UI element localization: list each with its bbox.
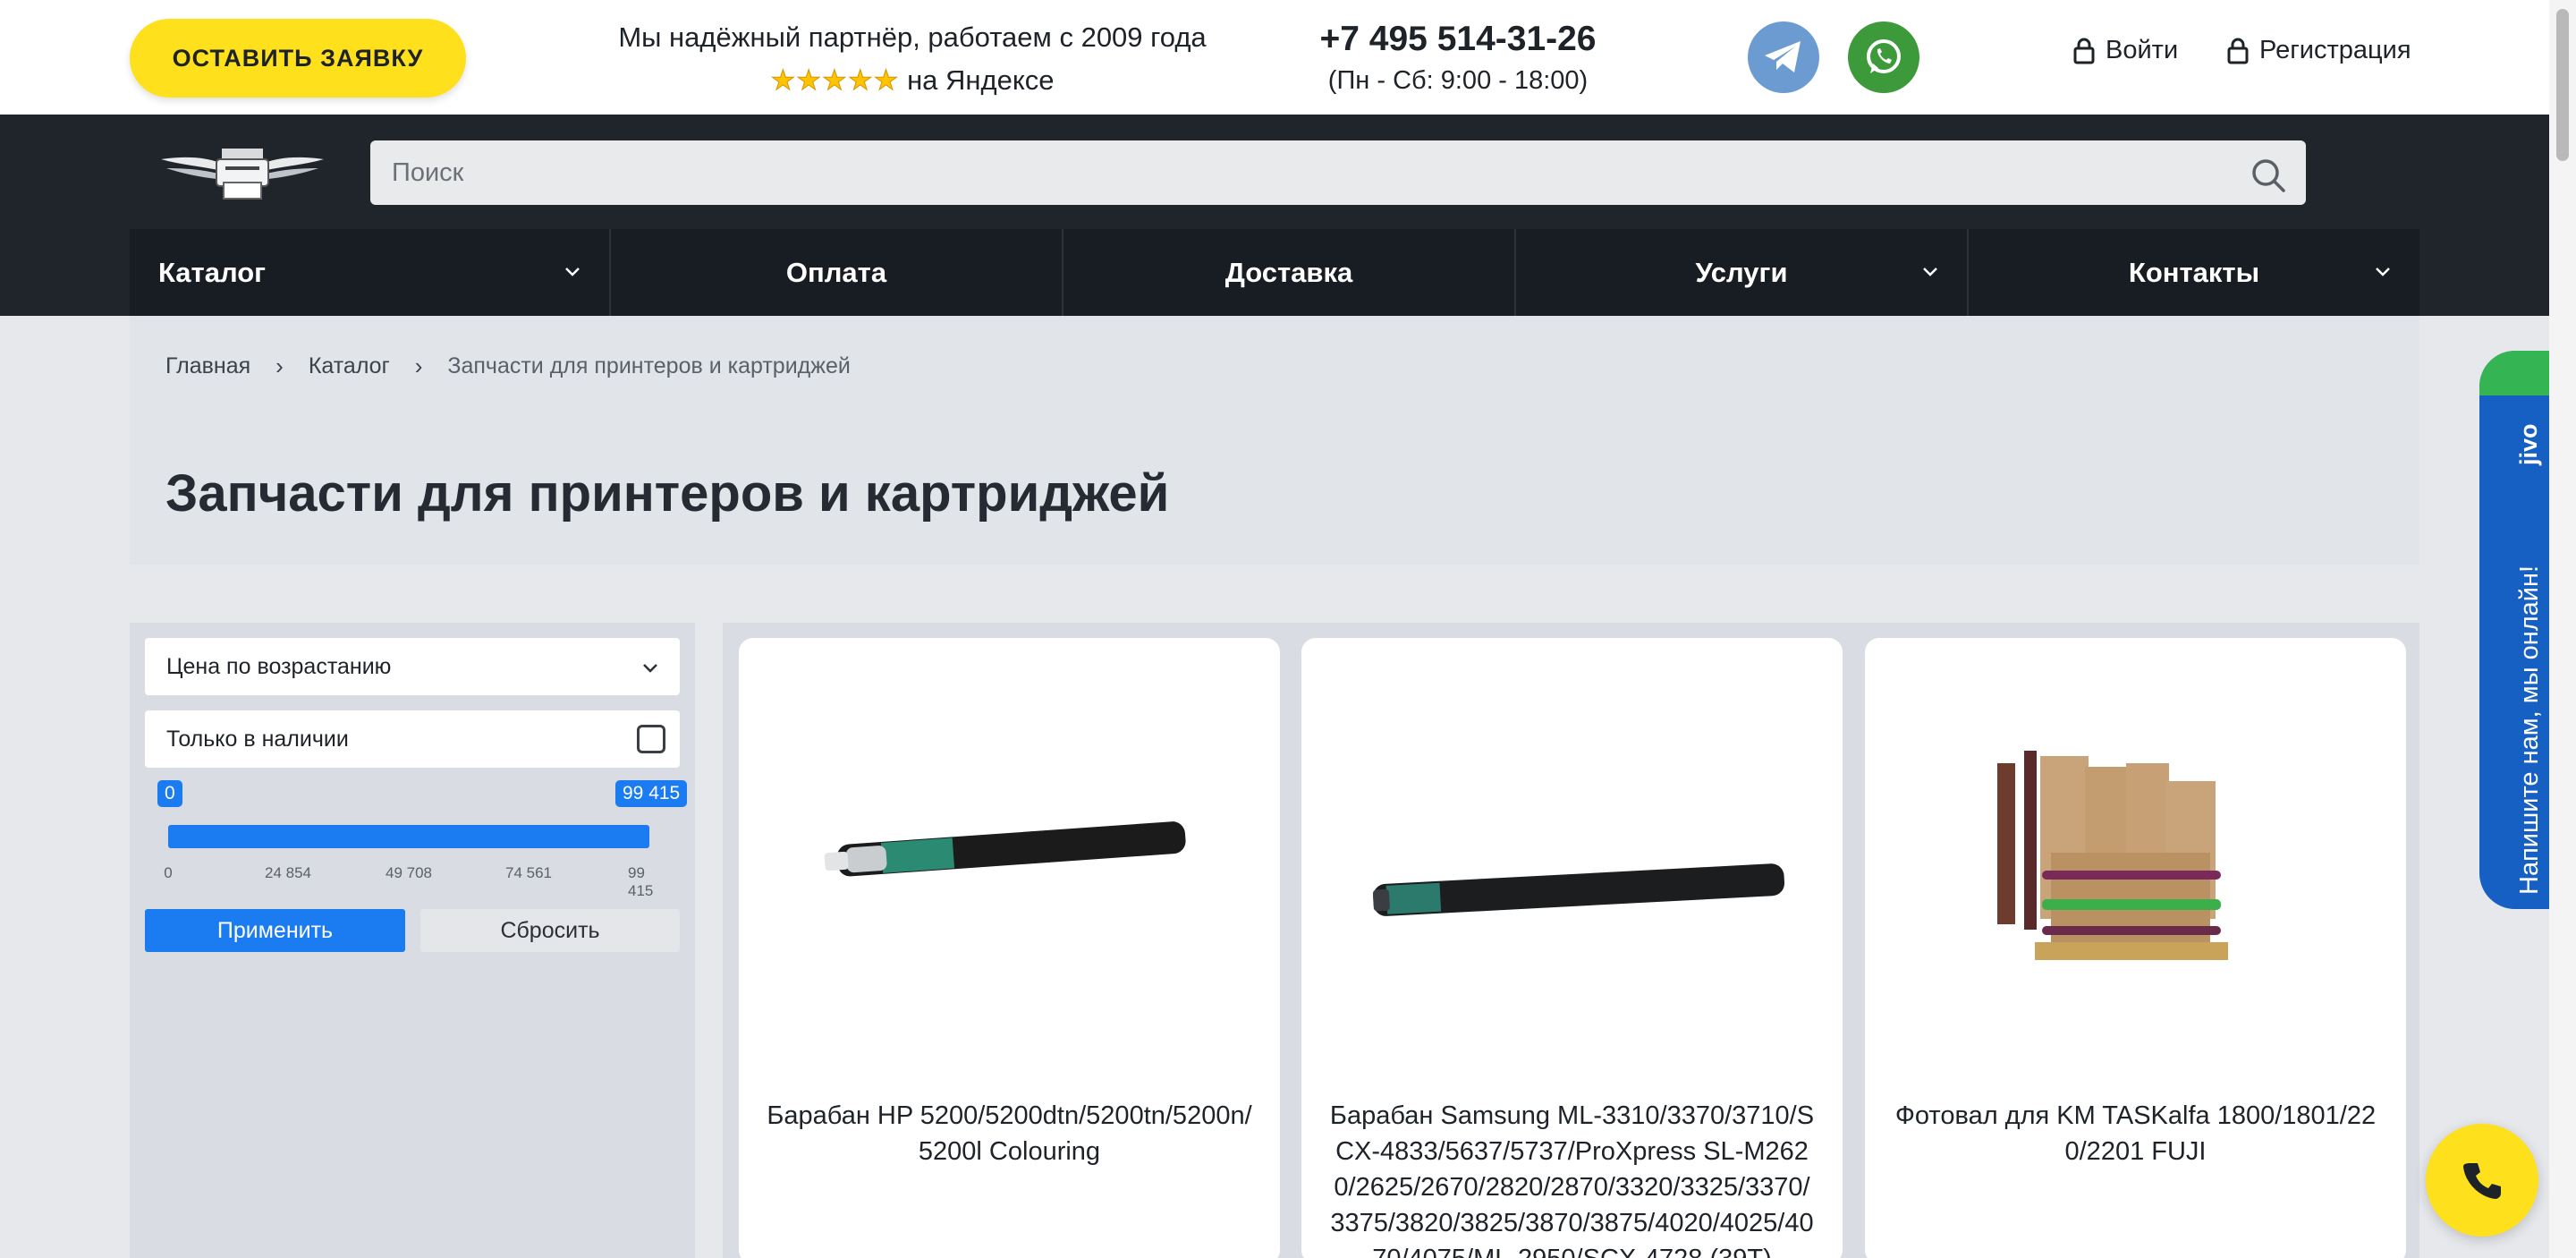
search-input[interactable] [370,140,2306,205]
nav-payment[interactable]: Оплата [611,229,1063,316]
apply-filter-button[interactable]: Применить [145,909,405,952]
printer-wings-logo [161,149,324,200]
main-navigation: Каталог Оплата Доставка Услуги Контакты [130,229,2419,316]
register-link[interactable]: Регистрация [2227,36,2411,65]
search-icon[interactable] [2250,157,2286,193]
reset-filter-button[interactable]: Сбросить [420,909,680,952]
lock-icon [2073,38,2095,64]
price-range-slider[interactable]: 0 99 415 0 24 854 49 708 74 561 99 415 [157,778,692,899]
chat-label[interactable]: Напишите нам, мы онлайн! [2515,565,2545,895]
whatsapp-icon [1867,39,1901,73]
rating-suffix: на Яндексе [907,64,1055,96]
breadcrumb-separator-icon: › [414,353,423,379]
register-label: Регистрация [2259,36,2411,64]
product-card[interactable]: Барабан Samsung ML-3310/3370/3710/SCX-48… [1301,638,1843,1258]
nav-catalog-label: Каталог [158,256,267,288]
contact-phone: +7 495 514-31-26 (Пн - Сб: 9:00 - 18:00) [1288,16,1628,98]
whatsapp-button[interactable] [1848,21,1919,93]
chevron-down-icon [1923,268,1937,276]
price-min-badge: 0 [157,780,182,807]
chevron-down-icon [643,664,657,673]
in-stock-label: Только в наличии [166,726,349,752]
nav-delivery[interactable]: Доставка [1063,229,1516,316]
range-tick-label: 74 561 [505,864,552,881]
breadcrumb-catalog[interactable]: Каталог [309,353,390,379]
breadcrumb-separator-icon: › [275,353,284,379]
rating-stars: ★★★★★ [770,64,900,97]
page-title: Запчасти для принтеров и картриджей [165,464,1170,523]
product-image[interactable] [739,674,1280,1067]
range-tick-label: 24 854 [265,864,311,881]
nav-services-label: Услуги [1695,256,1788,288]
telegram-icon [1765,41,1801,72]
phone-number[interactable]: +7 495 514-31-26 [1288,16,1628,63]
jivo-logo: jivo [2515,423,2542,465]
nav-payment-label: Оплата [785,256,887,288]
login-label: Войти [2106,36,2179,64]
nav-contacts-label: Контакты [2128,256,2260,288]
range-tick-label: 0 [164,864,173,881]
product-card[interactable]: Фотовал для KM TASKalfa 1800/1801/220/22… [1865,638,2406,1258]
site-logo[interactable] [161,143,324,202]
yandex-rating[interactable]: ★★★★★ на Яндексе [572,59,1252,102]
range-tick-label: 49 708 [386,864,432,881]
chevron-down-icon [2376,268,2390,276]
sort-select[interactable]: Цена по возрастанию [145,638,680,695]
telegram-button[interactable] [1748,21,1819,93]
breadcrumb: Главная › Каталог › Запчасти для принтер… [165,353,851,380]
in-stock-filter[interactable]: Только в наличии [145,710,680,768]
product-image[interactable] [1865,674,2406,1067]
scrollbar-thumb[interactable] [2556,9,2569,161]
nav-catalog[interactable]: Каталог [130,229,611,316]
leave-request-button[interactable]: ОСТАВИТЬ ЗАЯВКУ [130,19,466,98]
product-name[interactable]: Барабан Samsung ML-3310/3370/3710/SCX-48… [1328,1098,1816,1258]
callback-button[interactable] [2426,1124,2538,1237]
price-max-badge: 99 415 [615,780,688,807]
partner-info: Мы надёжный партнёр, работаем с 2009 год… [572,16,1252,102]
product-name[interactable]: Фотовал для KM TASKalfa 1800/1801/220/22… [1892,1098,2379,1169]
price-range-track[interactable] [168,825,649,848]
phone-icon [2463,1163,2501,1199]
breadcrumb-home[interactable]: Главная [165,353,250,379]
working-hours: (Пн - Сб: 9:00 - 18:00) [1327,66,1589,95]
product-name[interactable]: Барабан HP 5200/5200dtn/5200tn/5200n/520… [766,1098,1253,1169]
breadcrumb-current: Запчасти для принтеров и картриджей [447,353,851,378]
product-image[interactable] [1301,674,1843,1067]
nav-services[interactable]: Услуги [1516,229,1969,316]
in-stock-checkbox[interactable] [637,725,665,753]
nav-contacts[interactable]: Контакты [1969,229,2419,316]
chat-status-indicator [2479,351,2551,395]
lock-icon [2227,38,2249,64]
login-link[interactable]: Войти [2073,36,2178,65]
partner-text: Мы надёжный партнёр, работаем с 2009 год… [618,21,1207,53]
sort-value: Цена по возрастанию [166,653,392,679]
chevron-down-icon [565,268,580,276]
range-tick-label: 99 415 [628,864,654,899]
product-card[interactable]: Барабан HP 5200/5200dtn/5200tn/5200n/520… [739,638,1280,1258]
page-scrollbar[interactable] [2549,0,2576,1258]
nav-delivery-label: Доставка [1224,256,1353,288]
